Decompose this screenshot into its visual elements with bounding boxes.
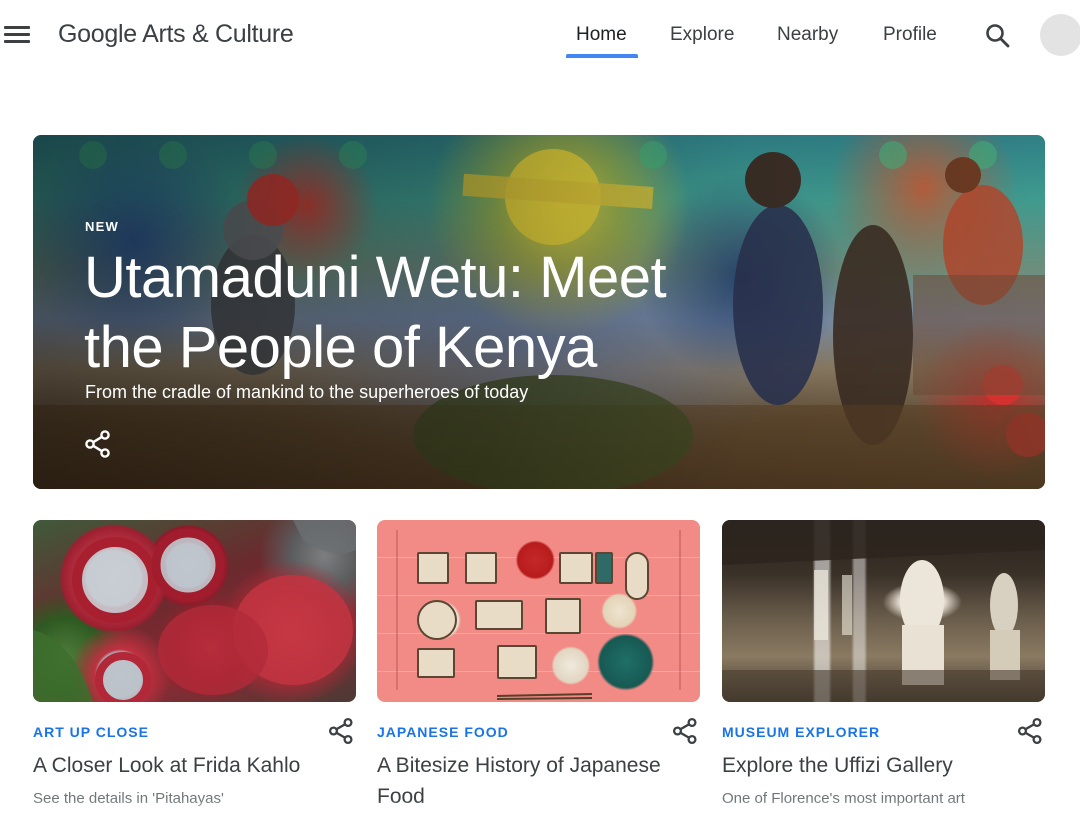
search-icon[interactable] — [984, 22, 1012, 50]
hero-banner[interactable]: NEW Utamaduni Wetu: Meet the People of K… — [33, 135, 1045, 489]
japanese-food-illustration-image[interactable] — [377, 520, 700, 702]
share-icon[interactable] — [83, 429, 113, 459]
uffizi-gallery-corridor-image[interactable] — [722, 520, 1045, 702]
tab-explore[interactable]: Explore — [670, 24, 734, 46]
story-card: MUSEUM EXPLORER Explore the Uffizi Galle… — [722, 520, 1045, 817]
card-category: JAPANESE FOOD — [377, 724, 509, 740]
hero-subtitle: From the cradle of mankind to the superh… — [85, 382, 529, 402]
top-bar: Google Arts & Culture Home Explore Nearb… — [0, 0, 1080, 72]
avatar[interactable] — [1040, 14, 1080, 56]
share-icon[interactable] — [327, 717, 355, 745]
tab-profile[interactable]: Profile — [883, 24, 937, 46]
bottom-fade — [0, 800, 1080, 817]
story-card: JAPANESE FOOD A Bitesize History of Japa… — [377, 520, 700, 817]
frida-kahlo-pitahayas-image[interactable] — [33, 520, 356, 702]
share-icon[interactable] — [1016, 717, 1044, 745]
logo[interactable]: Google Arts & Culture — [58, 20, 294, 49]
card-category: MUSEUM EXPLORER — [722, 724, 881, 740]
hero-new-badge: NEW — [85, 219, 119, 234]
tab-home[interactable]: Home — [576, 24, 627, 46]
card-title[interactable]: A Closer Look at Frida Kahlo — [33, 750, 333, 781]
story-card: ART UP CLOSE A Closer Look at Frida Kahl… — [33, 520, 356, 817]
menu-icon[interactable] — [4, 24, 30, 46]
card-title[interactable]: Explore the Uffizi Gallery — [722, 750, 1022, 781]
share-icon[interactable] — [671, 717, 699, 745]
active-tab-indicator — [566, 54, 638, 58]
tab-nearby[interactable]: Nearby — [777, 24, 838, 46]
hero-title[interactable]: Utamaduni Wetu: Meet the People of Kenya — [84, 243, 724, 383]
card-category: ART UP CLOSE — [33, 724, 149, 740]
